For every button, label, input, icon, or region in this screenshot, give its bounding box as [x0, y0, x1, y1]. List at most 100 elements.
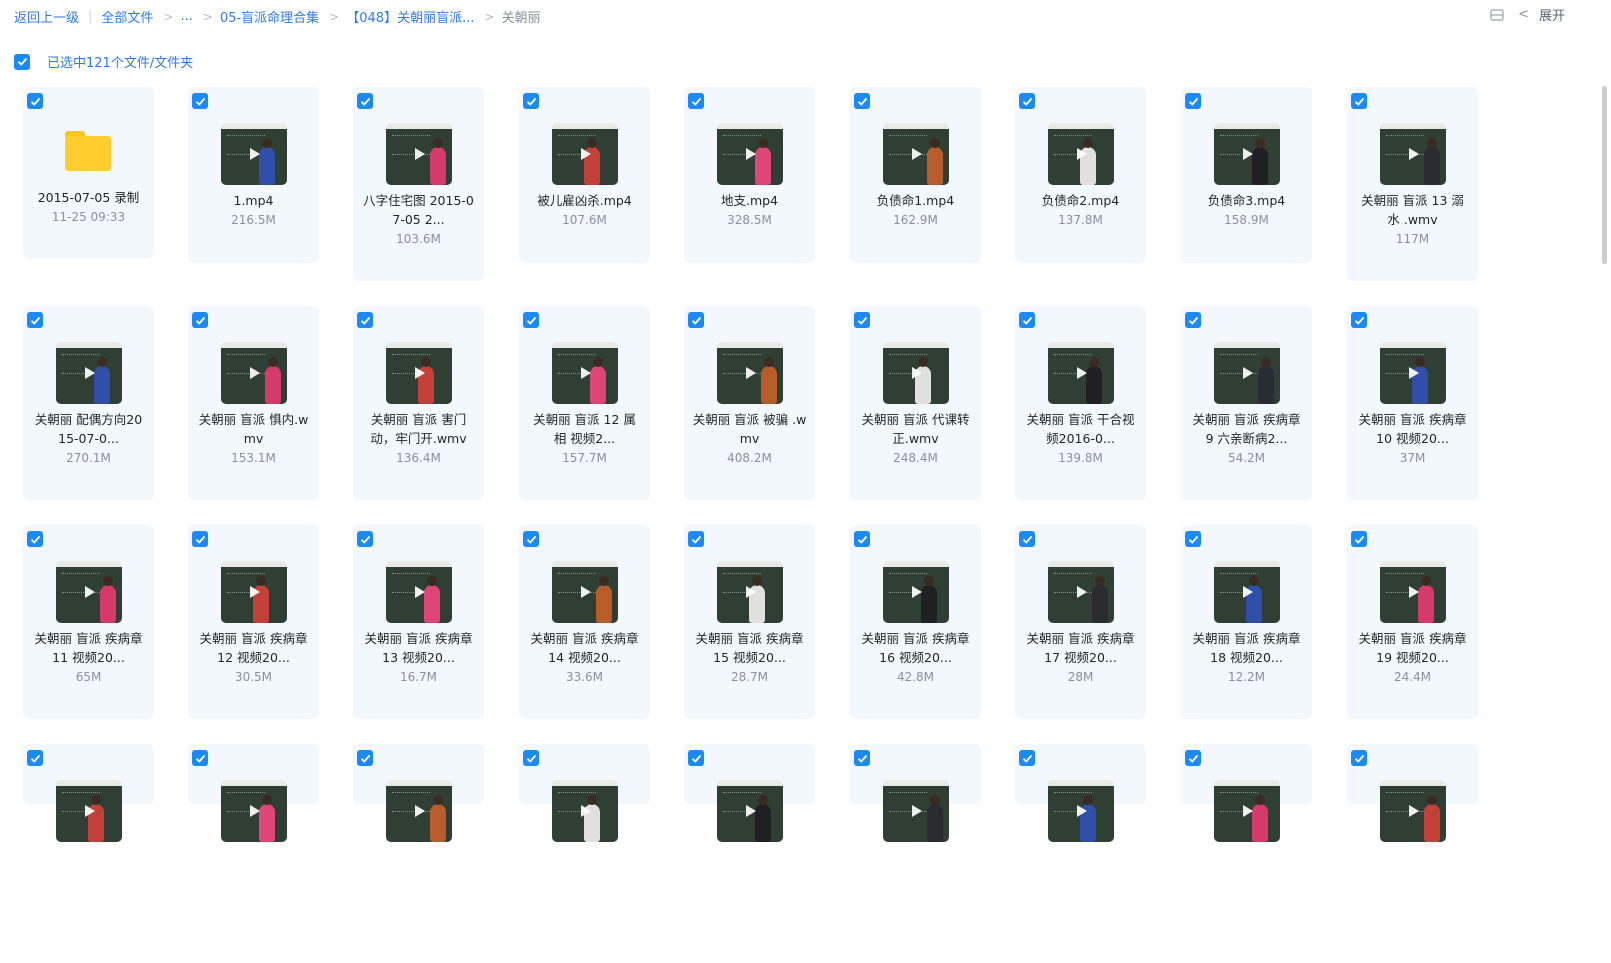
- play-icon: [1243, 586, 1253, 598]
- file-card[interactable]: 关朝丽 配偶方向2015-07-0... 270.1M: [23, 306, 154, 500]
- file-name: 关朝丽 盲派 13 溺水 .wmv 117M: [1355, 191, 1470, 249]
- file-card[interactable]: [1181, 744, 1312, 842]
- item-checkbox[interactable]: [523, 750, 539, 766]
- item-checkbox[interactable]: [27, 93, 43, 109]
- item-checkbox[interactable]: [1185, 531, 1201, 547]
- item-checkbox[interactable]: [1019, 312, 1035, 328]
- file-card[interactable]: [519, 744, 650, 842]
- item-checkbox[interactable]: [523, 93, 539, 109]
- file-card[interactable]: 关朝丽 盲派 疾病章 19 视频20... 24.4M: [1347, 525, 1478, 719]
- item-checkbox[interactable]: [854, 312, 870, 328]
- item-checkbox[interactable]: [357, 531, 373, 547]
- item-checkbox[interactable]: [854, 531, 870, 547]
- video-thumbnail: [1380, 123, 1446, 185]
- file-card[interactable]: 关朝丽 盲派 被骗 .wmv 408.2M: [684, 306, 815, 500]
- check-icon: [360, 97, 370, 106]
- file-card[interactable]: [1347, 744, 1478, 842]
- file-card[interactable]: 1.mp4 216.5M: [188, 87, 319, 263]
- file-card[interactable]: 关朝丽 盲派 疾病章 15 视频20... 28.7M: [684, 525, 815, 719]
- file-size: 328.5M: [727, 213, 772, 227]
- expand-button[interactable]: < 展开: [1518, 5, 1565, 24]
- file-size: 216.5M: [231, 213, 276, 227]
- item-checkbox[interactable]: [192, 531, 208, 547]
- file-card[interactable]: 负债命1.mp4 162.9M: [850, 87, 981, 263]
- item-checkbox[interactable]: [523, 531, 539, 547]
- check-icon: [360, 316, 370, 325]
- file-name: 关朝丽 盲派 被骗 .wmv 408.2M: [692, 410, 807, 468]
- item-checkbox[interactable]: [1185, 312, 1201, 328]
- item-checkbox[interactable]: [192, 750, 208, 766]
- item-checkbox[interactable]: [1351, 312, 1367, 328]
- back-link[interactable]: 返回上一级: [14, 7, 79, 26]
- breadcrumb-folder-blind-school[interactable]: 05-盲派命理合集: [220, 7, 319, 26]
- file-card[interactable]: 关朝丽 盲派 疾病章 11 视频20... 65M: [23, 525, 154, 719]
- file-card[interactable]: 关朝丽 盲派 干合视频2016-0... 139.8M: [1015, 306, 1146, 500]
- file-card[interactable]: [23, 744, 154, 842]
- item-checkbox[interactable]: [192, 93, 208, 109]
- item-checkbox[interactable]: [357, 93, 373, 109]
- file-card[interactable]: 关朝丽 盲派 疾病章 17 视频20... 28M: [1015, 525, 1146, 719]
- file-card[interactable]: [1015, 744, 1146, 842]
- item-checkbox[interactable]: [688, 312, 704, 328]
- file-card[interactable]: 负债命3.mp4 158.9M: [1181, 87, 1312, 263]
- item-checkbox[interactable]: [1351, 531, 1367, 547]
- file-size: 139.8M: [1058, 451, 1103, 465]
- video-thumbnail: [1048, 342, 1114, 404]
- file-card[interactable]: 关朝丽 盲派 疾病章 18 视频20... 12.2M: [1181, 525, 1312, 719]
- breadcrumb-ellipsis[interactable]: ...: [180, 9, 192, 24]
- item-checkbox[interactable]: [27, 750, 43, 766]
- select-all-checkbox[interactable]: [14, 53, 30, 70]
- item-checkbox[interactable]: [523, 312, 539, 328]
- item-checkbox[interactable]: [1351, 750, 1367, 766]
- file-card[interactable]: [850, 744, 981, 842]
- breadcrumb-separator-icon: >: [163, 9, 174, 24]
- item-checkbox[interactable]: [688, 750, 704, 766]
- item-checkbox[interactable]: [688, 531, 704, 547]
- item-checkbox[interactable]: [1019, 93, 1035, 109]
- check-icon: [857, 97, 867, 106]
- file-card[interactable]: 关朝丽 盲派 13 溺水 .wmv 117M: [1347, 87, 1478, 281]
- scrollbar[interactable]: [1602, 86, 1607, 264]
- item-checkbox[interactable]: [357, 312, 373, 328]
- play-icon: [912, 586, 922, 598]
- folder-card[interactable]: 2015-07-05 录制 11-25 09:33: [23, 87, 154, 258]
- item-checkbox[interactable]: [854, 93, 870, 109]
- file-card[interactable]: 关朝丽 盲派 12 属相 视频2... 157.7M: [519, 306, 650, 500]
- file-card[interactable]: [353, 744, 484, 842]
- file-card[interactable]: 关朝丽 盲派 疾病章 9 六亲断病2... 54.2M: [1181, 306, 1312, 500]
- item-checkbox[interactable]: [1019, 750, 1035, 766]
- item-checkbox[interactable]: [854, 750, 870, 766]
- breadcrumb-all-files[interactable]: 全部文件: [101, 7, 153, 26]
- file-card[interactable]: 关朝丽 盲派 代课转正.wmv 248.4M: [850, 306, 981, 500]
- item-checkbox[interactable]: [688, 93, 704, 109]
- file-card[interactable]: 关朝丽 盲派 害门动，牢门开.wmv 136.4M: [353, 306, 484, 500]
- file-card[interactable]: 关朝丽 盲派 疾病章 13 视频20... 16.7M: [353, 525, 484, 719]
- item-checkbox[interactable]: [27, 531, 43, 547]
- video-thumbnail: [883, 123, 949, 185]
- file-name-text: 地支.mp4: [720, 193, 779, 208]
- file-card[interactable]: 关朝丽 盲派 疾病章 12 视频20... 30.5M: [188, 525, 319, 719]
- file-card[interactable]: [188, 744, 319, 842]
- list-view-icon[interactable]: [1490, 8, 1504, 22]
- item-checkbox[interactable]: [1185, 93, 1201, 109]
- file-card[interactable]: 关朝丽 盲派 惧内.wmv 153.1M: [188, 306, 319, 500]
- item-checkbox[interactable]: [1019, 531, 1035, 547]
- item-checkbox[interactable]: [1351, 93, 1367, 109]
- file-name-text: 关朝丽 盲派 疾病章 10 视频20...: [1358, 412, 1467, 446]
- file-card[interactable]: 地支.mp4 328.5M: [684, 87, 815, 263]
- file-card[interactable]: 关朝丽 盲派 疾病章 14 视频20... 33.6M: [519, 525, 650, 719]
- file-card[interactable]: 八字住宅图 2015-07-05 2... 103.6M: [353, 87, 484, 281]
- file-card[interactable]: 被儿雇凶杀.mp4 107.6M: [519, 87, 650, 263]
- item-checkbox[interactable]: [1185, 750, 1201, 766]
- file-card[interactable]: 关朝丽 盲派 疾病章 16 视频20... 42.8M: [850, 525, 981, 719]
- item-checkbox[interactable]: [357, 750, 373, 766]
- breadcrumb-folder-048[interactable]: 【048】关朝丽盲派...: [346, 7, 474, 26]
- file-name-text: 关朝丽 盲派 疾病章 14 视频20...: [530, 631, 639, 665]
- file-card[interactable]: 负债命2.mp4 137.8M: [1015, 87, 1146, 263]
- play-icon: [250, 805, 260, 817]
- video-thumbnail: [552, 561, 618, 623]
- item-checkbox[interactable]: [27, 312, 43, 328]
- item-checkbox[interactable]: [192, 312, 208, 328]
- file-card[interactable]: 关朝丽 盲派 疾病章 10 视频20... 37M: [1347, 306, 1478, 500]
- file-card[interactable]: [684, 744, 815, 842]
